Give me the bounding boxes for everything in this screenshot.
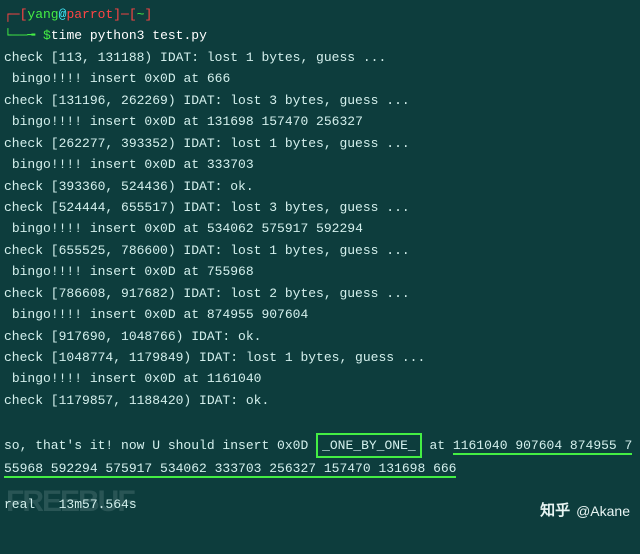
watermark-zhihu: 知乎 @Akane: [540, 499, 630, 524]
command[interactable]: time python3 test.py: [51, 28, 207, 43]
final-mid: at: [422, 438, 453, 453]
output-line: check [1179857, 1188420) IDAT: ok.: [4, 390, 636, 411]
output-line: check [131196, 262269) IDAT: lost 3 byte…: [4, 90, 636, 111]
output-line: check [1048774, 1179849) IDAT: lost 1 by…: [4, 347, 636, 368]
output-line: check [393360, 524436) IDAT: ok.: [4, 176, 636, 197]
output-line: bingo!!!! insert 0x0D at 755968: [4, 261, 636, 282]
final-line: so, that's it! now U should insert 0x0D …: [4, 433, 636, 480]
zhihu-icon: 知乎: [540, 499, 570, 524]
bracket-end: ]: [144, 7, 152, 22]
output-line: bingo!!!! insert 0x0D at 874955 907604: [4, 304, 636, 325]
output-line: check [786608, 917682) IDAT: lost 2 byte…: [4, 283, 636, 304]
prompt-host: parrot: [66, 7, 113, 22]
output-line: check [262277, 393352) IDAT: lost 1 byte…: [4, 133, 636, 154]
prompt-line-2: └──╼ $time python3 test.py: [4, 25, 636, 46]
final-prefix: so, that's it! now U should insert 0x0D: [4, 438, 316, 453]
output-line: check [917690, 1048766) IDAT: ok.: [4, 326, 636, 347]
watermark-author: @Akane: [576, 500, 630, 523]
output-line: bingo!!!! insert 0x0D at 666: [4, 68, 636, 89]
prompt-dollar: $: [43, 28, 51, 43]
output-line: check [655525, 786600) IDAT: lost 1 byte…: [4, 240, 636, 261]
output-line: bingo!!!! insert 0x0D at 534062 575917 5…: [4, 218, 636, 239]
output-line: check [524444, 655517) IDAT: lost 3 byte…: [4, 197, 636, 218]
prompt-user: yang: [27, 7, 58, 22]
bracket-mid: ]─[: [113, 7, 136, 22]
output-line: bingo!!!! insert 0x0D at 1161040: [4, 368, 636, 389]
output-line: [4, 411, 636, 432]
output-line: bingo!!!! insert 0x0D at 333703: [4, 154, 636, 175]
output-line: bingo!!!! insert 0x0D at 131698 157470 2…: [4, 111, 636, 132]
terminal-output: check [113, 131188) IDAT: lost 1 bytes, …: [4, 47, 636, 433]
boxed-text: _ONE_BY_ONE_: [316, 433, 422, 458]
watermark-bg: FREEBUF: [6, 477, 134, 527]
bracket-open: ┌─[: [4, 7, 27, 22]
prompt-line-1: ┌─[yang@parrot]─[~]: [4, 4, 636, 25]
prompt-arrow: └──╼: [4, 28, 35, 43]
output-line: check [113, 131188) IDAT: lost 1 bytes, …: [4, 47, 636, 68]
